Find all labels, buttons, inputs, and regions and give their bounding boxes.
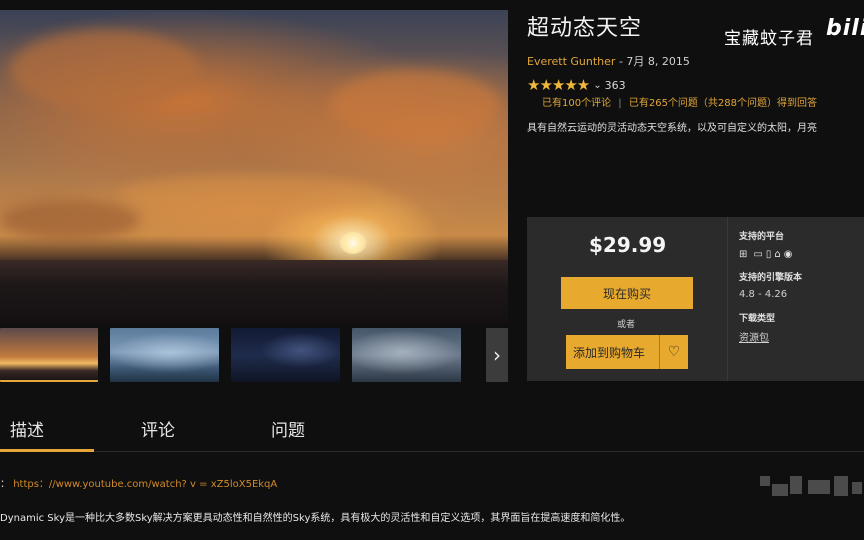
- thumbnail-2[interactable]: [110, 328, 219, 382]
- watermark-logo: bili: [826, 16, 864, 41]
- cloud-shape: [10, 30, 200, 110]
- tab-questions[interactable]: 问题: [271, 416, 305, 441]
- active-tab-indicator: [0, 449, 94, 452]
- description-body: Dynamic Sky是一种比大多数Sky解决方案更具动态性和自然性的Sky系统…: [0, 513, 631, 524]
- stats-line: 已有100个评论 | 已有265个问题（共288个问题）得到回答: [542, 94, 817, 109]
- panel-divider: [727, 217, 728, 381]
- tab-reviews[interactable]: 评论: [141, 416, 175, 441]
- heart-icon[interactable]: ♡: [659, 335, 688, 369]
- platform-icons: ⊞ ▭ ▯ ⌂ ◉: [739, 249, 792, 260]
- buy-now-button[interactable]: 现在购买: [561, 277, 693, 309]
- author-link[interactable]: Everett Gunther: [527, 55, 615, 68]
- video-link-prefix: ：: [0, 479, 10, 490]
- android-icon: ⌂: [774, 249, 781, 260]
- product-hero-image: [0, 10, 508, 323]
- star-rating[interactable]: ★★★★★: [527, 76, 590, 94]
- sun-glow: [340, 232, 366, 254]
- pixelated-overlay: [760, 470, 864, 506]
- ocean-horizon: [0, 260, 508, 323]
- cloud-shape: [120, 175, 380, 215]
- watermark-uploader: 宝藏蚊子君: [724, 29, 814, 49]
- windows-icon: ⊞: [739, 249, 748, 260]
- tab-bar: 描述 评论 问题: [0, 404, 864, 452]
- cloud-shape: [330, 70, 500, 140]
- author-line: Everett Gunther - 7月 8, 2015: [527, 53, 690, 69]
- thumbnail-4[interactable]: [352, 328, 461, 382]
- platforms-label: 支持的平台: [739, 232, 785, 242]
- stats-separator: |: [618, 98, 622, 109]
- engine-versions-label: 支持的引擎版本: [739, 273, 803, 283]
- thumbnail-3[interactable]: [231, 328, 340, 382]
- thumbnail-strip: ›: [0, 328, 508, 382]
- mobile-icon: ▯: [765, 249, 772, 260]
- video-link[interactable]: https：//www.youtube.com/watch? v = xZ5lo…: [13, 479, 277, 490]
- chevron-down-icon[interactable]: ⌄: [593, 80, 601, 91]
- download-type-link[interactable]: 资源包: [739, 329, 769, 344]
- chevron-right-icon[interactable]: ›: [486, 328, 508, 382]
- rating-count: 363: [604, 78, 626, 92]
- rating-line: ★★★★★ ⌄ 363: [527, 76, 626, 94]
- price: $29.99: [589, 233, 667, 257]
- download-type-label: 下载类型: [739, 314, 776, 324]
- release-date: 7月 8, 2015: [626, 55, 690, 68]
- vr-eye-icon: ◉: [783, 249, 793, 260]
- product-title: 超动态天空: [527, 16, 643, 41]
- reviews-link[interactable]: 已有100个评论: [542, 98, 611, 109]
- monitor-icon: ▭: [753, 249, 763, 260]
- thumbnail-1[interactable]: [0, 328, 98, 382]
- engine-versions: 4.8 - 4.26: [739, 289, 788, 300]
- or-label: 或者: [617, 320, 636, 330]
- questions-link[interactable]: 已有265个问题（共288个问题）得到回答: [629, 98, 817, 109]
- tab-description[interactable]: 描述: [10, 416, 44, 441]
- video-link-line: ： https：//www.youtube.com/watch? v = xZ5…: [0, 475, 277, 490]
- cloud-shape: [0, 200, 140, 240]
- purchase-panel: $29.99 现在购买 或者 添加到购物车 ♡ 支持的平台 ⊞ ▭ ▯ ⌂ ◉ …: [527, 217, 864, 381]
- short-description: 具有自然云运动的灵活动态天空系统，以及可自定义的太阳，月亮: [527, 123, 817, 134]
